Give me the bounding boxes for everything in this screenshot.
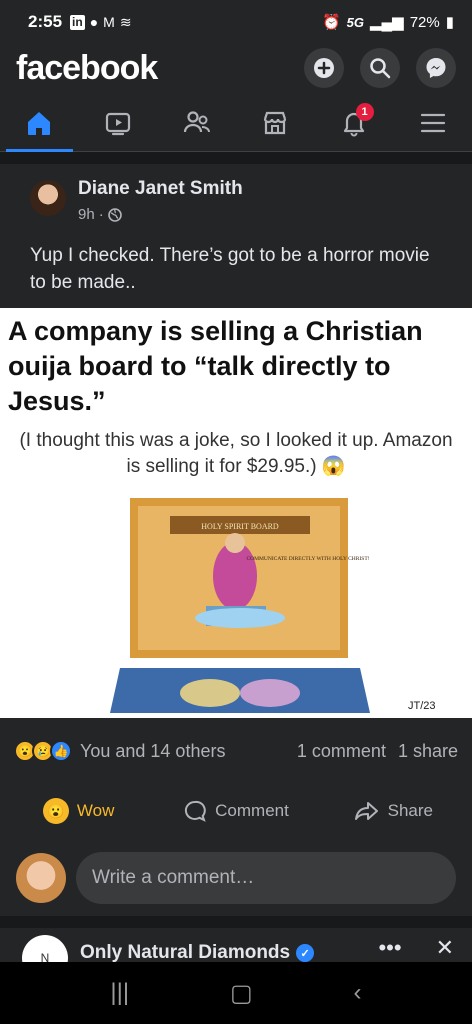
feed-separator-2 xyxy=(0,916,472,928)
signal-icon: ▂▄▆ xyxy=(370,14,404,31)
search-icon xyxy=(370,58,391,79)
page-avatar[interactable]: N xyxy=(22,935,68,962)
marketplace-icon xyxy=(264,111,287,134)
video-icon xyxy=(105,112,131,135)
verified-badge-icon: ✓ xyxy=(296,944,315,962)
wow-icon: 😮 xyxy=(42,798,69,824)
engagement-counts: 1 comment 1 share xyxy=(297,741,458,762)
board-title: HOLY SPIRIT BOARD xyxy=(201,522,279,531)
main-nav: 1 xyxy=(0,94,472,152)
home-button-icon[interactable]: ▢ xyxy=(230,979,253,1008)
screen: 2:55 in ● M ≋ ⏰ 5G ▂▄▆ 72% ▮ facebook 1 … xyxy=(0,0,472,1024)
post-image[interactable]: A company is selling a Christian ouija b… xyxy=(0,308,472,718)
share-label: Share xyxy=(387,801,433,820)
system-nav-bar: ||| ▢ ‹ xyxy=(0,962,472,1024)
messenger-button[interactable] xyxy=(416,48,456,88)
tab-marketplace[interactable] xyxy=(236,94,315,151)
network-label: 5G xyxy=(346,14,364,30)
comment-button[interactable]: Comment xyxy=(157,799,314,823)
battery-label: 72% xyxy=(409,13,440,31)
current-user-avatar[interactable] xyxy=(16,853,66,903)
author-block: Diane Janet Smith 9h · xyxy=(78,178,243,228)
feed-separator xyxy=(0,152,472,164)
alarm-icon: ⏰ xyxy=(321,14,341,31)
tab-notifications[interactable]: 1 xyxy=(315,94,394,151)
header-actions xyxy=(304,48,456,88)
comment-icon xyxy=(185,800,206,822)
page-name[interactable]: Only Natural Diamonds xyxy=(80,942,290,962)
add-icon xyxy=(314,58,334,78)
gmail-icon: M xyxy=(103,14,115,30)
author-name[interactable]: Diane Janet Smith xyxy=(78,178,243,200)
tab-watch[interactable] xyxy=(79,94,158,151)
friends-icon xyxy=(183,110,210,132)
share-button[interactable]: Share xyxy=(315,799,472,823)
wifi-icon: ≋ xyxy=(119,13,132,30)
page-name-row: Only Natural Diamonds ✓ xyxy=(80,942,315,962)
messenger-icon xyxy=(426,58,446,78)
reactions-count[interactable]: You and 14 others xyxy=(80,741,225,762)
status-right: ⏰ 5G ▂▄▆ 72% ▮ xyxy=(321,13,454,32)
share-icon xyxy=(354,802,378,820)
globe-icon xyxy=(107,207,122,222)
comment-count[interactable]: 1 comment xyxy=(297,741,386,762)
linkedin-icon: in xyxy=(70,14,85,30)
ouija-board-illustration: HOLY SPIRIT BOARD COMMUNICATE DIRECTLY W… xyxy=(110,498,370,713)
post-actions: 😮 Wow Comment Share xyxy=(0,786,472,836)
battery-icon: ▮ xyxy=(445,14,454,31)
comment-composer: Write a comment… xyxy=(16,852,456,904)
tab-home[interactable] xyxy=(0,94,79,152)
next-post-actions: ••• ✕ xyxy=(378,935,454,961)
image-headline: A company is selling a Christian ouija b… xyxy=(8,316,423,416)
search-button[interactable] xyxy=(360,48,400,88)
status-bar: 2:55 in ● M ≋ ⏰ 5G ▂▄▆ 72% ▮ xyxy=(0,0,472,44)
comment-label: Comment xyxy=(215,801,289,820)
close-icon[interactable]: ✕ xyxy=(436,935,454,961)
home-icon xyxy=(28,111,51,135)
back-icon[interactable]: ‹ xyxy=(354,979,362,1007)
board-tagline: COMMUNICATE DIRECTLY WITH HOLY CHRIST! xyxy=(246,556,369,562)
tab-friends[interactable] xyxy=(157,94,236,151)
reactions-summary[interactable]: 😮 😢 👍 You and 14 others 1 comment 1 shar… xyxy=(14,740,458,762)
post-text: Yup I checked. There’s got to be a horro… xyxy=(30,245,430,293)
meta-dot: · xyxy=(98,206,104,223)
post-time[interactable]: 9h xyxy=(78,206,95,223)
react-button[interactable]: 😮 Wow xyxy=(0,798,157,824)
author-avatar[interactable] xyxy=(30,180,66,216)
facebook-logo: facebook xyxy=(16,48,158,87)
tab-menu[interactable] xyxy=(393,94,472,151)
react-label: Wow xyxy=(76,801,115,820)
comment-input[interactable]: Write a comment… xyxy=(76,852,456,904)
share-count[interactable]: 1 share xyxy=(398,741,458,762)
more-icon[interactable]: ••• xyxy=(378,935,401,961)
next-post-header: N Only Natural Diamonds ✓ ••• ✕ xyxy=(0,934,472,962)
like-reaction-icon: 👍 xyxy=(50,740,72,762)
post-header: Diane Janet Smith 9h · xyxy=(30,178,450,228)
post-meta: 9h · xyxy=(78,206,243,223)
recent-apps-icon[interactable]: ||| xyxy=(110,979,129,1007)
notification-badge: 1 xyxy=(355,103,374,121)
create-button[interactable] xyxy=(304,48,344,88)
notification-dot-icon: ● xyxy=(89,14,99,30)
menu-icon xyxy=(420,113,445,132)
status-time: 2:55 xyxy=(28,12,63,31)
app-header: facebook xyxy=(0,44,472,92)
image-subtext: (I thought this was a joke, so I looked … xyxy=(19,430,453,477)
image-credit: JT/23 xyxy=(408,700,436,712)
